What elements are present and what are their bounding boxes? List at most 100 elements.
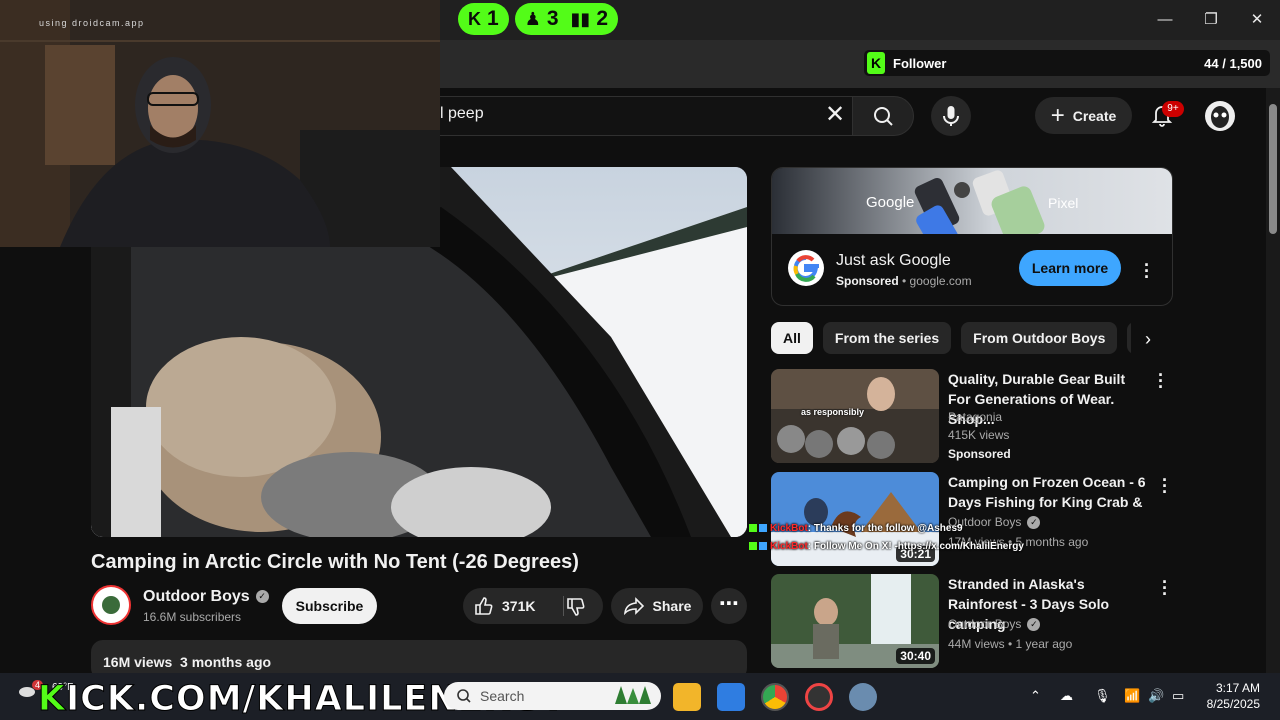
close-window-button[interactable]: ✕ — [1234, 6, 1280, 34]
microphone-tray-icon[interactable]: 🎙 — [1094, 688, 1111, 704]
verified-check-icon: ✓ — [1027, 516, 1041, 530]
system-clock[interactable]: 3:17 AM 8/25/2025 — [1190, 680, 1260, 712]
chat-username: KickBot — [770, 541, 808, 552]
account-avatar[interactable] — [1205, 101, 1235, 131]
create-button[interactable]: + Create — [1035, 97, 1132, 134]
recommendation-menu-icon[interactable]: · · · — [1160, 471, 1170, 501]
ad-domain: google.com — [909, 274, 972, 288]
ad-card[interactable]: Google Pixel Just ask Google Sponsored •… — [771, 167, 1173, 306]
thumbnail-caption: as responsibly — [801, 407, 865, 417]
more-actions-button[interactable]: ⋯ — [711, 588, 747, 624]
search-input-value[interactable]: l peep — [440, 105, 484, 123]
chrome-icon[interactable] — [761, 683, 789, 711]
kick-k-icon: K — [867, 52, 885, 74]
volume-icon[interactable]: 🔊 — [1148, 688, 1164, 704]
search-button[interactable] — [852, 96, 914, 136]
create-label: Create — [1072, 107, 1117, 124]
learn-more-button[interactable]: Learn more — [1019, 250, 1121, 286]
bot-badge-icon — [759, 542, 767, 551]
google-logo-icon — [788, 250, 824, 286]
chat-username: KickBot — [770, 523, 808, 534]
like-divider — [563, 596, 564, 616]
ad-banner[interactable]: Google Pixel — [772, 168, 1172, 234]
subscribe-button[interactable]: Subscribe — [282, 588, 377, 624]
video-thumbnail[interactable]: as responsibly — [771, 369, 939, 463]
like-count[interactable]: 371K — [502, 598, 535, 614]
chip-truncated[interactable]: S — [1127, 322, 1131, 354]
ad-sponsored: Sponsored — [836, 274, 899, 288]
recommendation-menu-icon[interactable]: · · · — [1156, 366, 1166, 396]
taskbar-search[interactable]: Search — [444, 682, 661, 710]
clock-date: 8/25/2025 — [1206, 697, 1260, 711]
kick-stat-pill: ♟ 3 ▮▮ 2 — [514, 3, 619, 35]
video-thumbnail[interactable]: 30:40 — [771, 574, 939, 668]
follower-goal-count: 44 / 1,500 — [1204, 55, 1262, 71]
share-icon — [623, 597, 644, 616]
chip-from-series[interactable]: From the series — [822, 322, 952, 354]
chat-message: KickBot: Thanks for the follow @Ashes9 — [749, 523, 963, 537]
trees-icon — [615, 686, 651, 704]
kick-stat-value: 2 — [596, 7, 609, 30]
recommendation-item[interactable]: as responsibly Quality, Durable Gear Bui… — [771, 366, 1191, 464]
filter-chips: All From the series From Outdoor Boys S — [771, 322, 1131, 354]
wifi-icon[interactable]: 📶 — [1124, 688, 1140, 704]
onedrive-cloud-icon[interactable]: ☁ — [1060, 688, 1073, 704]
view-count: 16M views — [103, 654, 173, 670]
chevron-up-icon[interactable]: ⌃ — [1030, 688, 1041, 704]
page-scrollbar-thumb[interactable] — [1269, 104, 1277, 234]
video-duration: 30:40 — [896, 648, 935, 664]
clock-time: 3:17 AM — [1215, 681, 1260, 695]
notifications-badge: 9+ — [1162, 101, 1184, 117]
recommendation-meta: 415K views — [948, 428, 1010, 442]
channel-name[interactable]: Outdoor Boys ✓ — [143, 588, 269, 606]
notepad-icon[interactable] — [717, 683, 745, 711]
recommendation-sponsored: Sponsored — [948, 447, 1011, 461]
recommendation-channel: Patagonia — [948, 410, 1003, 424]
battery-icon[interactable]: ▭ — [1172, 688, 1184, 704]
ad-menu-icon[interactable]: · · · — [1142, 256, 1152, 286]
plus-icon: + — [1050, 101, 1065, 129]
file-explorer-icon[interactable] — [673, 683, 701, 711]
kick-stats-overlay: K 1 ♟ 3 ▮▮ 2 — [458, 3, 619, 35]
clear-search-icon[interactable]: ✕ — [820, 100, 850, 130]
verified-check-icon: ✓ — [255, 590, 269, 604]
obs-icon[interactable] — [805, 683, 833, 711]
search-icon — [457, 689, 471, 703]
follower-goal-overlay: K Follower 44 / 1,500 — [864, 50, 1270, 76]
voice-search-button[interactable] — [931, 96, 971, 136]
settings-gear-icon[interactable] — [849, 683, 877, 711]
ad-banner-brand: Google — [866, 194, 915, 211]
chat-text: : Thanks for the follow @Ashes9 — [807, 523, 963, 534]
kick-stat-pill: K 1 — [458, 3, 509, 35]
minimize-button[interactable]: — — [1142, 6, 1188, 34]
kick-k-icon: K — [468, 8, 481, 29]
chip-all[interactable]: All — [771, 322, 813, 354]
thumbs-down-icon[interactable] — [565, 596, 587, 618]
subscriber-count: 16.6M subscribers — [143, 610, 242, 624]
recommendation-menu-icon[interactable]: · · · — [1160, 573, 1170, 603]
search-icon — [874, 107, 893, 126]
kick-stat-value: 3 — [546, 7, 559, 30]
share-label: Share — [652, 598, 692, 614]
webcam-watermark: using droidcam.app — [39, 18, 145, 28]
thumbs-up-icon[interactable] — [473, 595, 495, 617]
taskbar-search-placeholder: Search — [480, 688, 525, 704]
channel-name-text[interactable]: Outdoor Boys — [143, 588, 250, 605]
recommendation-item[interactable]: 30:40 Stranded in Alaska's Rainforest - … — [771, 573, 1191, 669]
bot-badge-icon — [759, 524, 767, 533]
ad-title[interactable]: Just ask Google — [836, 252, 951, 270]
kick-url-k: K — [37, 679, 67, 720]
chevron-right-icon[interactable]: › — [1138, 329, 1158, 349]
screen: K 1 ♟ 3 ▮▮ 2 — ❐ ✕ K Follower 44 / 1,500… — [0, 0, 1280, 720]
microphone-icon — [943, 106, 959, 126]
chip-from-channel[interactable]: From Outdoor Boys — [961, 322, 1118, 354]
channel-avatar[interactable] — [91, 585, 131, 625]
restore-button[interactable]: ❐ — [1188, 6, 1234, 34]
chat-text: : Follow Me On X! -https://x.com/KhalilE… — [807, 541, 1024, 552]
recommendation-channel-text: Outdoor Boys — [948, 617, 1022, 631]
person-icon: ♟ — [524, 8, 541, 29]
kick-k-icon — [749, 542, 757, 551]
verified-check-icon: ✓ — [1027, 618, 1041, 632]
share-button[interactable]: Share — [611, 588, 703, 624]
follower-goal-label: Follower — [893, 55, 947, 71]
